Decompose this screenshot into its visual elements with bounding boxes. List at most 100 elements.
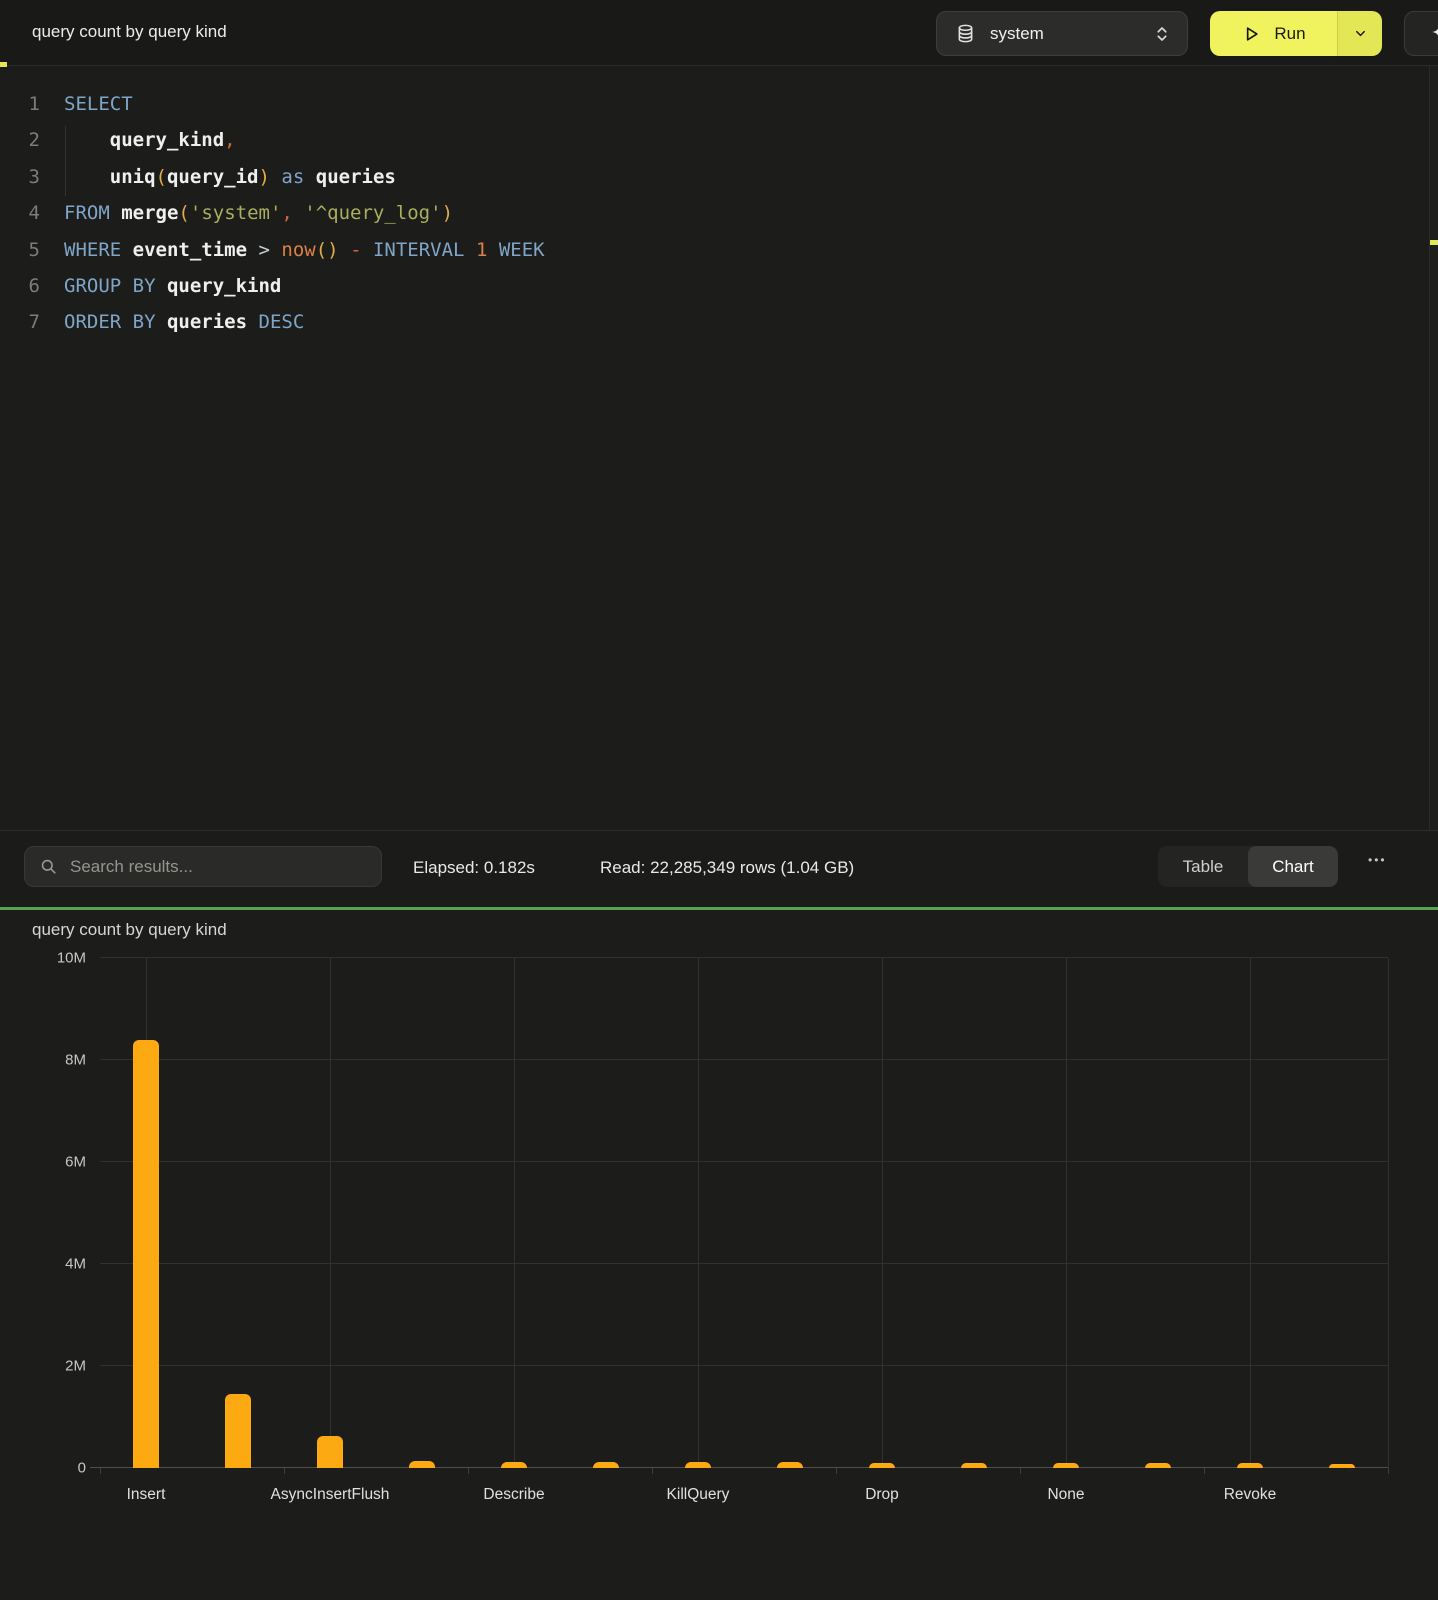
x-axis-tick (468, 1468, 469, 1474)
gridline-horizontal (100, 1161, 1388, 1162)
bar-unlabeled-11 (1145, 1463, 1171, 1468)
code-text: ORDER BY queries DESC (40, 304, 304, 340)
bar-revoke (1237, 1463, 1263, 1468)
y-tick-label: 8M (24, 1052, 86, 1069)
database-icon (955, 23, 976, 44)
bar-drop (869, 1463, 895, 1468)
code-text: FROM merge('system', '^query_log') (40, 195, 453, 231)
gridline-horizontal (100, 1059, 1388, 1060)
x-category-label: Describe (483, 1486, 544, 1504)
code-line[interactable]: 7ORDER BY queries DESC (0, 304, 1438, 340)
search-icon (39, 857, 58, 876)
gridline-vertical (1250, 958, 1251, 1468)
more-options-button[interactable]: ••• (1368, 853, 1387, 867)
tab-table[interactable]: Table (1158, 846, 1248, 887)
x-axis-tick (1020, 1468, 1021, 1474)
x-category-label: Drop (865, 1486, 899, 1504)
database-selector[interactable]: system (936, 11, 1188, 56)
bar-unlabeled-1 (225, 1394, 251, 1468)
scrollbar-marker (1430, 240, 1438, 245)
code-line[interactable]: 1SELECT (0, 86, 1438, 122)
line-number: 5 (0, 232, 40, 268)
run-options-caret[interactable] (1337, 11, 1382, 56)
line-number: 6 (0, 268, 40, 304)
bar-killquery (685, 1462, 711, 1468)
code-text: query_kind, (40, 122, 236, 158)
read-stat: Read: 22,285,349 rows (1.04 GB) (600, 858, 854, 878)
run-button-label: Run (1274, 24, 1305, 44)
editor-left-marker (0, 62, 7, 67)
gridline-vertical (882, 958, 883, 1468)
query-title: query count by query kind (32, 22, 227, 42)
code-text: GROUP BY query_kind (40, 268, 281, 304)
gridline-horizontal (100, 1263, 1388, 1264)
y-tick-label: 2M (24, 1358, 86, 1375)
code-line[interactable]: 4FROM merge('system', '^query_log') (0, 195, 1438, 231)
gridline-horizontal (100, 957, 1388, 958)
gridline-vertical (1388, 958, 1389, 1468)
bar-insert (133, 1040, 159, 1468)
code-text: WHERE event_time > now() - INTERVAL 1 WE… (40, 232, 545, 268)
editor-lines: 1SELECT2 query_kind,3 uniq(query_id) as … (0, 86, 1438, 341)
play-icon (1241, 24, 1261, 44)
code-line[interactable]: 6GROUP BY query_kind (0, 268, 1438, 304)
gridline-horizontal (100, 1365, 1388, 1366)
chart-title: query count by query kind (32, 920, 227, 940)
gridline-vertical (514, 958, 515, 1468)
x-axis-tick (836, 1468, 837, 1474)
y-tick-label: 10M (24, 950, 86, 967)
code-line[interactable]: 5WHERE event_time > now() - INTERVAL 1 W… (0, 232, 1438, 268)
y-tick-label: 4M (24, 1256, 86, 1273)
x-axis-tick (284, 1468, 285, 1474)
x-category-label: None (1047, 1486, 1084, 1504)
line-number: 7 (0, 304, 40, 340)
line-number: 1 (0, 86, 40, 122)
bar-unlabeled-5 (593, 1462, 619, 1468)
bar-chart: 02M4M6M8M10MInsertAsyncInsertFlushDescri… (100, 958, 1388, 1468)
search-results-box[interactable] (24, 846, 382, 887)
bar-none (1053, 1463, 1079, 1468)
sparkle-icon (1427, 22, 1438, 46)
x-axis-tick (1388, 1468, 1389, 1474)
tab-chart[interactable]: Chart (1248, 846, 1338, 887)
x-category-label: KillQuery (667, 1486, 730, 1504)
chevrons-up-down-icon (1153, 25, 1171, 43)
code-text: SELECT (40, 86, 133, 122)
x-category-label: AsyncInsertFlush (271, 1486, 390, 1504)
y-tick-label: 0 (24, 1460, 86, 1477)
indent-guide (65, 126, 66, 196)
search-results-input[interactable] (70, 857, 367, 877)
code-line[interactable]: 2 query_kind, (0, 122, 1438, 158)
gridline-vertical (698, 958, 699, 1468)
line-number: 2 (0, 122, 40, 158)
run-button-main[interactable]: Run (1210, 11, 1337, 56)
x-category-label: Revoke (1224, 1486, 1277, 1504)
y-tick-label: 6M (24, 1154, 86, 1171)
x-axis-tick (100, 1468, 101, 1474)
bar-unlabeled-7 (777, 1462, 803, 1468)
results-toolbar: Elapsed: 0.182s Read: 22,285,349 rows (1… (0, 830, 1438, 907)
chart-panel: query count by query kind 02M4M6M8M10MIn… (0, 910, 1438, 1600)
code-line[interactable]: 3 uniq(query_id) as queries (0, 159, 1438, 195)
bar-asyncinsertflush (317, 1436, 343, 1468)
gridline-vertical (1066, 958, 1067, 1468)
bar-unlabeled-9 (961, 1463, 987, 1468)
line-number: 3 (0, 159, 40, 195)
bar-unlabeled-3 (409, 1461, 435, 1468)
x-axis-tick (1204, 1468, 1205, 1474)
sql-editor[interactable]: 1SELECT2 query_kind,3 uniq(query_id) as … (0, 66, 1438, 830)
view-toggle: Table Chart (1158, 846, 1338, 887)
line-number: 4 (0, 195, 40, 231)
editor-scrollbar[interactable] (1429, 66, 1438, 830)
bar-describe (501, 1462, 527, 1468)
database-selector-value: system (990, 24, 1153, 44)
code-text: uniq(query_id) as queries (40, 159, 396, 195)
bar-unlabeled-13 (1329, 1464, 1355, 1468)
chevron-down-icon (1353, 26, 1368, 41)
top-bar: query count by query kind system Run (0, 0, 1438, 66)
assist-button[interactable] (1404, 11, 1438, 56)
run-button[interactable]: Run (1210, 11, 1382, 56)
x-axis-tick (652, 1468, 653, 1474)
x-category-label: Insert (127, 1486, 166, 1504)
gridline-vertical (330, 958, 331, 1468)
